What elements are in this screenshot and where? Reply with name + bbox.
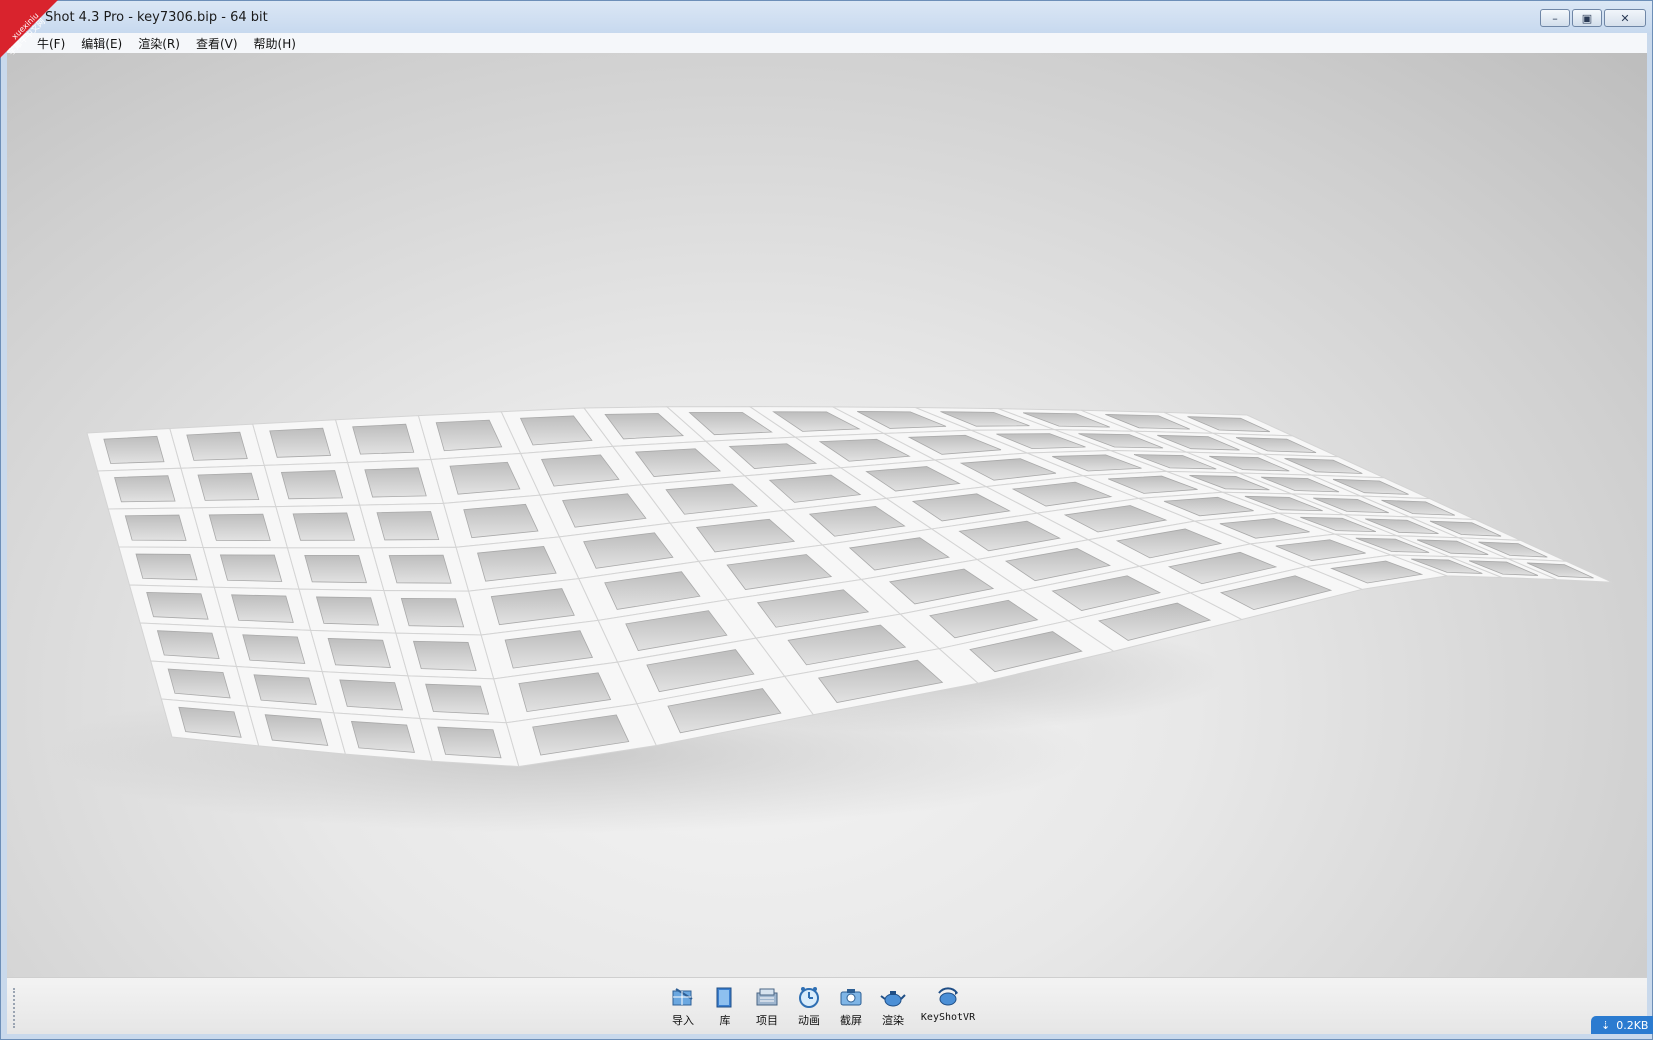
grid-cell-hole: [208, 513, 271, 541]
project-button[interactable]: 项目: [751, 984, 783, 1028]
grid-cell-hole: [124, 514, 187, 541]
import-icon: [669, 984, 697, 1010]
library-label: 库: [719, 1014, 731, 1027]
grid-cell-hole: [350, 721, 415, 753]
network-speed-badge: ⇣ 0.2KB: [1591, 1016, 1653, 1034]
keyshotvr-button[interactable]: KeyShotVR: [919, 984, 977, 1028]
grid-cell-hole: [292, 512, 356, 541]
waffle-model: [47, 406, 1613, 833]
render-button[interactable]: 渲染: [877, 984, 909, 1028]
keyshotvr-icon: [934, 984, 962, 1010]
library-button[interactable]: 库: [709, 984, 741, 1028]
toolbar-buttons: 导入 库 项目 动画 截屏 渲染 KeyShotVR: [667, 984, 977, 1028]
network-speed: 0.2KB: [1616, 1018, 1649, 1032]
title-bar[interactable]: Shot 4.3 Pro - key7306.bip - 64 bit – ▣ …: [1, 1, 1652, 35]
import-button[interactable]: 导入: [667, 984, 699, 1028]
screenshot-icon: [837, 984, 865, 1010]
app-window: Shot 4.3 Pro - key7306.bip - 64 bit – ▣ …: [0, 0, 1653, 1040]
grid-cell-hole: [425, 683, 490, 715]
grid-cell-hole: [167, 668, 231, 699]
bottom-toolbar: 导入 库 项目 动画 截屏 渲染 KeyShotVR: [7, 977, 1647, 1034]
grid-cell-hole: [400, 597, 465, 628]
close-button[interactable]: ✕: [1604, 9, 1646, 27]
grid-cell-hole: [304, 554, 367, 584]
animation-button[interactable]: 动画: [793, 984, 825, 1028]
animation-label: 动画: [798, 1014, 820, 1027]
grid-cell-hole: [103, 435, 165, 464]
grid-cell-hole: [449, 461, 521, 495]
render-label: 渲染: [882, 1014, 904, 1027]
project-label: 项目: [756, 1014, 778, 1027]
animation-icon: [795, 984, 823, 1010]
toolbar-grip[interactable]: [13, 988, 19, 1028]
window-title: Shot 4.3 Pro - key7306.bip - 64 bit: [45, 10, 268, 25]
menu-bar: 牛(F) 编辑(E) 渲染(R) 查看(V) 帮助(H): [7, 33, 1647, 53]
import-label: 导入: [672, 1014, 694, 1027]
grid-cell-hole: [242, 634, 306, 664]
grid-cell-hole: [135, 553, 198, 581]
screenshot-button[interactable]: 截屏: [835, 984, 867, 1028]
menu-edit[interactable]: 编辑(E): [81, 35, 122, 52]
menu-help[interactable]: 帮助(H): [254, 35, 296, 52]
grid-cell-hole: [376, 511, 440, 541]
grid-cell-hole: [197, 472, 260, 501]
screenshot-label: 截屏: [840, 1014, 862, 1027]
grid-cell-hole: [280, 470, 344, 500]
grid-cell-hole: [339, 679, 403, 711]
grid-cell-hole: [364, 467, 427, 498]
grid-cell-hole: [114, 475, 176, 503]
render-viewport[interactable]: [7, 53, 1647, 977]
keyshotvr-label: KeyShotVR: [920, 1012, 976, 1023]
grid-cell-hole: [352, 423, 415, 455]
restore-button[interactable]: ▣: [1572, 9, 1602, 27]
menu-file[interactable]: 牛(F): [37, 35, 65, 52]
grid-cell-hole: [269, 427, 332, 458]
grid-cell-hole: [146, 591, 209, 620]
grid-cell-hole: [156, 630, 220, 659]
menu-view[interactable]: 查看(V): [196, 35, 238, 52]
grid-cell-hole: [412, 640, 477, 671]
grid-cell-hole: [186, 431, 248, 461]
grid-cell-hole: [327, 638, 391, 668]
menu-render[interactable]: 渲染(R): [138, 35, 180, 52]
grid-cell-hole: [437, 726, 502, 759]
download-arrow-icon: ⇣: [1601, 1018, 1611, 1032]
grid-cell-hole: [219, 554, 283, 582]
grid-cell-hole: [388, 554, 452, 584]
project-icon: [753, 984, 781, 1010]
library-icon: [711, 984, 739, 1010]
grid-cell-hole: [231, 594, 294, 623]
minimize-button[interactable]: –: [1540, 9, 1570, 27]
window-controls: – ▣ ✕: [1540, 9, 1646, 27]
grid-cell-hole: [253, 674, 317, 705]
grid-cell-hole: [315, 596, 379, 626]
render-icon: [879, 984, 907, 1010]
